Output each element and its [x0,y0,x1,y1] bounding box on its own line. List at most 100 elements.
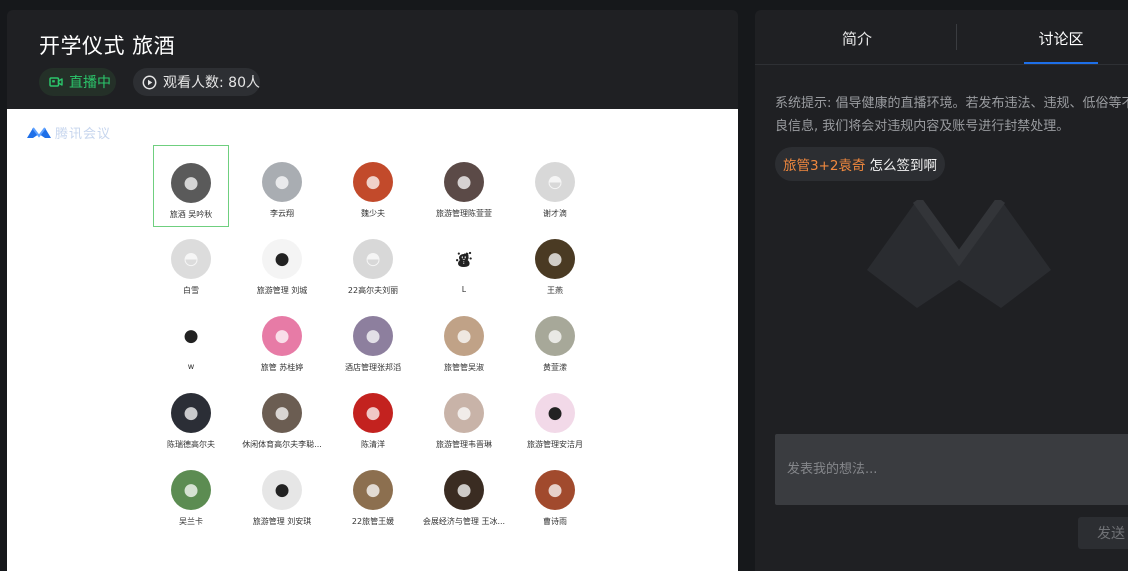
participant-tile[interactable]: ◓ 谢才滴 [517,145,593,227]
participant-name: 旅游管理韦晋琳 [436,440,492,449]
participant-name: 陈瑞德高尔夫 [167,440,215,449]
participant-tile[interactable]: ● 吴兰卡 [153,453,229,535]
participant-avatar: ● [262,162,302,202]
avatar-glyph: ⛇ [455,251,473,271]
participant-name: 曹诗雨 [543,517,567,526]
participant-name: 旅酒 吴吟秋 [169,210,213,219]
participant-name: 旅游管理陈萱萱 [436,209,492,218]
participant-tile[interactable]: ◓ 白雪 [153,222,229,304]
participant-name: 旅游管理安洁月 [527,440,583,449]
participant-name: 谢才滴 [543,209,567,218]
avatar-glyph: ◓ [365,249,381,269]
participant-tile[interactable]: ⛇ L [426,222,502,304]
avatar-glyph: ◓ [547,172,563,192]
participant-tile[interactable]: ● 王燕 [517,222,593,304]
avatar-glyph: ● [547,326,563,346]
participant-name: 王燕 [547,286,563,295]
tencent-meeting-watermark-icon [867,200,1051,308]
avatar-glyph: ● [183,173,199,193]
participant-name: w [187,362,195,371]
participant-avatar: ● [262,470,302,510]
avatar-glyph: ● [365,480,381,500]
participant-name: 李云翔 [270,209,294,218]
participant-avatar: ● [444,393,484,433]
viewer-count-text: 观看人数: 80人 [163,75,260,91]
viewer-count-badge: 观看人数: 80人 [133,68,260,96]
meeting-video-view[interactable]: 腾讯会议 ● 旅酒 吴吟秋 ● 李云翔 ● 魏少夫 ● 旅游管理陈萱萱 ◓ 谢才滴 ◓ 白雪 ● 旅游管理… [7,109,738,571]
avatar-glyph: ● [365,403,381,423]
participant-avatar: ◓ [353,239,393,279]
participant-avatar: ● [262,316,302,356]
side-panel: 简介 讨论区 系统提示: 倡导健康的直播环境。若发布违法、违规、低俗等不良信息,… [755,10,1128,571]
participant-name: 22旅管王媛 [351,517,395,526]
live-status-label: 直播中 [69,75,111,91]
avatar-glyph: ● [183,480,199,500]
live-status-badge: 直播中 [39,68,116,96]
eye-icon [142,75,157,89]
participant-avatar: ● [444,470,484,510]
participant-name: L [461,285,467,294]
avatar-glyph: ● [274,326,290,346]
participant-tile[interactable]: ● 酒店管理张邦滔 [335,299,411,381]
participant-tile[interactable]: ● w [153,299,229,381]
participant-tile[interactable]: ● 陈清洋 [335,376,411,458]
tencent-meeting-logo: 腾讯会议 [26,123,111,142]
comment-input[interactable] [775,434,1128,505]
participant-name: 旅游管理 刘安琪 [252,517,312,526]
avatar-glyph: ● [456,403,472,423]
participant-tile[interactable]: ● 旅酒 吴吟秋 [153,145,229,227]
participant-tile[interactable]: ● 黄萱潆 [517,299,593,381]
participant-name: 休闲体育高尔夫李聪... [242,440,322,449]
participant-tile[interactable]: ● 旅游管理 刘城 [244,222,320,304]
avatar-glyph: ● [274,480,290,500]
avatar-glyph: ● [547,480,563,500]
participant-avatar: ● [262,239,302,279]
participant-avatar: ● [535,470,575,510]
participant-tile[interactable]: ● 旅管管吴淑 [426,299,502,381]
participant-name: 魏少夫 [361,209,385,218]
avatar-glyph: ● [274,403,290,423]
participant-name: 白雪 [183,286,199,295]
chat-message: 旅管3+2袁奇 怎么签到啊 [775,147,945,181]
participant-tile[interactable]: ● 旅游管理韦晋琳 [426,376,502,458]
participant-avatar: ◓ [535,162,575,202]
participant-tile[interactable]: ◓ 22高尔夫刘丽 [335,222,411,304]
participant-avatar: ● [535,393,575,433]
avatar-glyph: ● [547,403,563,423]
tencent-meeting-logo-text: 腾讯会议 [55,127,112,142]
participant-tile[interactable]: ● 旅游管理陈萱萱 [426,145,502,227]
participant-name: 旅管管吴淑 [444,363,484,372]
participant-avatar: ● [353,316,393,356]
tab-intro[interactable]: 简介 [807,28,907,49]
tab-discussion[interactable]: 讨论区 [1011,28,1111,49]
participant-avatar: ◓ [171,239,211,279]
avatar-glyph: ● [365,326,381,346]
participant-avatar: ● [171,163,211,203]
participant-name: 旅游管理 刘城 [256,286,308,295]
participant-avatar: ● [535,239,575,279]
avatar-glyph: ● [547,249,563,269]
participant-avatar: ● [171,316,211,356]
avatar-glyph: ◓ [183,249,199,269]
participant-avatar: ● [171,393,211,433]
participant-tile[interactable]: ● 会展经济与管理 王冰... [422,453,506,535]
participant-tile[interactable]: ● 休闲体育高尔夫李聪... [242,376,322,458]
participant-avatar: ● [353,162,393,202]
avatar-glyph: ● [456,172,472,192]
participant-name: 22高尔夫刘丽 [347,286,399,295]
participant-tile[interactable]: ● 曹诗雨 [517,453,593,535]
avatar-glyph: ● [274,249,290,269]
participant-avatar: ● [262,393,302,433]
send-button[interactable]: 发送 [1078,517,1128,549]
participant-tile[interactable]: ● 旅游管理 刘安琪 [244,453,320,535]
participant-tile[interactable]: ● 陈瑞德高尔夫 [153,376,229,458]
participant-name: 吴兰卡 [179,517,203,526]
participant-tile[interactable]: ● 旅游管理安洁月 [517,376,593,458]
participant-tile[interactable]: ● 旅管 苏桂婷 [244,299,320,381]
chat-message-user[interactable]: 旅管3+2袁奇 [783,154,866,174]
participant-tile[interactable]: ● 魏少夫 [335,145,411,227]
avatar-glyph: ● [274,172,290,192]
participant-tile[interactable]: ● 李云翔 [244,145,320,227]
participant-tile[interactable]: ● 22旅管王媛 [335,453,411,535]
participant-name: 会展经济与管理 王冰... [422,517,506,526]
